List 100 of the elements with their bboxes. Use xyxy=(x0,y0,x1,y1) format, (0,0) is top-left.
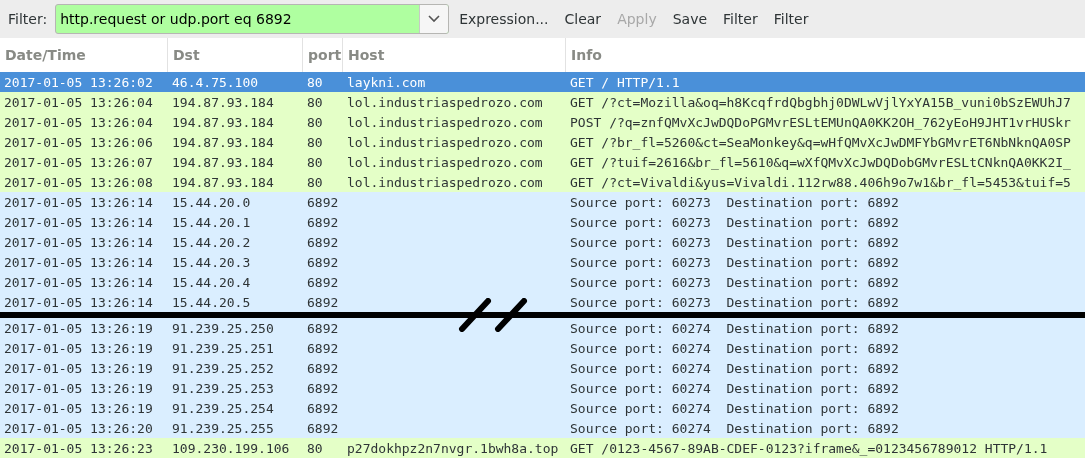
packet-row[interactable]: 2017-01-05 13:26:19 91.239.25.250 6892 Source port: 60274 Destination port: 6892 xyxy=(0,318,1085,338)
destination-cell-text: 15.44.20.0 xyxy=(171,194,252,210)
packet-row[interactable]: 2017-01-05 13:26:23 109.230.199.106 80 p27dokhpz2n7nvgr.1bwh8a.top GET /0123-4567-89AB-CDEF-0123?iframe&_=0123456789012 HTTP/1.1 xyxy=(0,438,1085,458)
filter-combobox[interactable]: http.request or udp.port eq 6892 xyxy=(55,4,450,34)
date-cell-text: 2017-01-05 13:26:19 xyxy=(3,360,154,376)
destination-cell-text: 194.87.93.184 xyxy=(171,174,275,190)
port-cell-text: 6892 xyxy=(306,360,340,376)
port-cell-text: 6892 xyxy=(306,400,340,416)
destination-cell-text: 91.239.25.254 xyxy=(171,400,275,416)
port-cell-text: 80 xyxy=(306,440,324,456)
port-cell-text: 6892 xyxy=(306,234,340,250)
destination-cell-text: 109.230.199.106 xyxy=(171,440,291,456)
packet-row[interactable]: 2017-01-05 13:26:19 91.239.25.254 6892 Source port: 60274 Destination port: 6892 xyxy=(0,398,1085,418)
date-cell-text: 2017-01-05 13:26:07 xyxy=(3,154,154,170)
info-cell-text: Source port: 60274 Destination port: 6892 xyxy=(569,420,900,436)
packet-row[interactable]: 2017-01-05 13:26:08 194.87.93.184 80 lol.industriaspedrozo.com GET /?ct=Vivaldi&yus=Vivaldi.112rw88.406h9o7w1&br_fl=5453&tuif=5 xyxy=(0,172,1085,192)
info-cell-text: GET / HTTP/1.1 xyxy=(569,74,681,90)
info-cell-text: POST /?q=znfQMvXcJwDQDoPGMvrESLtEMUnQA0KK2OH_762yEoH9JHT1vrHUSkr xyxy=(569,114,1072,130)
packet-row[interactable]: 2017-01-05 13:26:14 15.44.20.4 6892 Source port: 60273 Destination port: 6892 xyxy=(0,272,1085,292)
host-cell-text: lol.industriaspedrozo.com xyxy=(346,114,544,130)
info-cell-text: Source port: 60273 Destination port: 6892 xyxy=(569,194,900,210)
destination-cell-text: 46.4.75.100 xyxy=(171,74,260,90)
packet-row[interactable]: 2017-01-05 13:26:14 15.44.20.0 6892 Source port: 60273 Destination port: 6892 xyxy=(0,192,1085,212)
toolbar-button[interactable]: Expression... xyxy=(453,7,555,31)
date-cell-text: 2017-01-05 13:26:20 xyxy=(3,420,154,436)
destination-cell-text: 91.239.25.255 xyxy=(171,420,275,436)
date-cell-text: 2017-01-05 13:26:14 xyxy=(3,294,154,310)
packet-row[interactable]: 2017-01-05 13:26:04 194.87.93.184 80 lol.industriaspedrozo.com POST /?q=znfQMvXcJwDQDoPGMvrESLtEMUnQA0KK2OH_762yEoH9JHT1vrHUSkr xyxy=(0,112,1085,132)
date-cell-text: 2017-01-05 13:26:02 xyxy=(3,74,154,90)
date-cell-text: 2017-01-05 13:26:14 xyxy=(3,214,154,230)
info-cell-text: Source port: 60273 Destination port: 6892 xyxy=(569,234,900,250)
destination-cell-text: 194.87.93.184 xyxy=(171,154,275,170)
packet-row[interactable]: 2017-01-05 13:26:14 15.44.20.2 6892 Source port: 60273 Destination port: 6892 xyxy=(0,232,1085,252)
date-cell-text: 2017-01-05 13:26:14 xyxy=(3,254,154,270)
port-cell-text: 80 xyxy=(306,174,324,190)
date-cell-text: 2017-01-05 13:26:19 xyxy=(3,380,154,396)
info-cell-text: Source port: 60274 Destination port: 6892 xyxy=(569,400,900,416)
destination-cell-text: 91.239.25.251 xyxy=(171,340,275,356)
destination-cell-text: 91.239.25.252 xyxy=(171,360,275,376)
packet-row[interactable]: 2017-01-05 13:26:14 15.44.20.5 6892 Source port: 60273 Destination port: 6892 xyxy=(0,292,1085,312)
port-cell-text: 6892 xyxy=(306,214,340,230)
port-cell-text: 6892 xyxy=(306,274,340,290)
info-cell-text: GET /?br_fl=5260&ct=SeaMonkey&q=wHfQMvXcJwDMFYbGMvrET6NbNknQA0SP xyxy=(569,134,1072,150)
info-cell-text: GET /0123-4567-89AB-CDEF-0123?iframe&_=0123456789012 HTTP/1.1 xyxy=(569,440,1049,456)
port-cell-text: 6892 xyxy=(306,380,340,396)
destination-cell-text: 194.87.93.184 xyxy=(171,114,275,130)
host-cell-text: lol.industriaspedrozo.com xyxy=(346,174,544,190)
port-cell-text: 80 xyxy=(306,74,324,90)
date-cell-text: 2017-01-05 13:26:04 xyxy=(3,94,154,110)
packet-row[interactable]: 2017-01-05 13:26:19 91.239.25.251 6892 Source port: 60274 Destination port: 6892 xyxy=(0,338,1085,358)
info-cell-text: GET /?tuif=2616&br_fl=5610&q=wXfQMvXcJwDQDobGMvrESLtCNknQA0KK2I_ xyxy=(569,154,1072,170)
host-cell-text: lol.industriaspedrozo.com xyxy=(346,134,544,150)
toolbar-button[interactable]: Clear xyxy=(558,7,608,31)
host-cell-text: p27dokhpz2n7nvgr.1bwh8a.top xyxy=(346,440,560,456)
packet-row[interactable]: 2017-01-05 13:26:19 91.239.25.253 6892 Source port: 60274 Destination port: 6892 xyxy=(0,378,1085,398)
port-cell-text: 6892 xyxy=(306,194,340,210)
info-cell-text: GET /?ct=Mozilla&oq=h8KcqfrdQbgbhj0DWLwVjlYxYA15B_vuni0bSzEWUhJ7 xyxy=(569,94,1072,110)
date-cell-text: 2017-01-05 13:26:19 xyxy=(3,340,154,356)
toolbar-button[interactable]: Save xyxy=(666,7,714,31)
toolbar-button[interactable]: Filter xyxy=(717,7,764,31)
host-cell-text: lol.industriaspedrozo.com xyxy=(346,154,544,170)
destination-cell-text: 91.239.25.253 xyxy=(171,380,275,396)
info-cell-text: Source port: 60274 Destination port: 6892 xyxy=(569,340,900,356)
port-cell-text: 6892 xyxy=(306,294,340,310)
packet-row[interactable]: 2017-01-05 13:26:20 91.239.25.255 6892 Source port: 60274 Destination port: 6892 xyxy=(0,418,1085,438)
date-cell-text: 2017-01-05 13:26:14 xyxy=(3,274,154,290)
port-cell-text: 6892 xyxy=(306,254,340,270)
port-cell-text: 6892 xyxy=(306,320,340,336)
info-cell-text: Source port: 60274 Destination port: 6892 xyxy=(569,360,900,376)
host-cell-text: lol.industriaspedrozo.com xyxy=(346,94,544,110)
packet-row[interactable]: 2017-01-05 13:26:14 15.44.20.3 6892 Source port: 60273 Destination port: 6892 xyxy=(0,252,1085,272)
toolbar-button[interactable]: Filter xyxy=(767,7,815,31)
destination-cell-text: 15.44.20.1 xyxy=(171,214,252,230)
port-cell-text: 6892 xyxy=(306,420,340,436)
host-cell-text: laykni.com xyxy=(346,74,427,90)
date-cell-text: 2017-01-05 13:26:14 xyxy=(3,194,154,210)
packet-row[interactable]: 2017-01-05 13:26:07 194.87.93.184 80 lol.industriaspedrozo.com GET /?tuif=2616&br_fl=5610&q=wXfQMvXcJwDQDobGMvrESLtCNknQA0KK2I_ xyxy=(0,152,1085,172)
date-cell-text: 2017-01-05 13:26:14 xyxy=(3,234,154,250)
packet-row[interactable]: 2017-01-05 13:26:19 91.239.25.252 6892 Source port: 60274 Destination port: 6892 xyxy=(0,358,1085,378)
destination-cell-text: 15.44.20.4 xyxy=(171,274,252,290)
port-cell-text: 80 xyxy=(306,114,324,130)
destination-cell-text: 194.87.93.184 xyxy=(171,134,275,150)
packet-row[interactable]: 2017-01-05 13:26:14 15.44.20.1 6892 Source port: 60273 Destination port: 6892 xyxy=(0,212,1085,232)
destination-cell-text: 15.44.20.3 xyxy=(171,254,252,270)
port-cell-text: 6892 xyxy=(306,340,340,356)
destination-cell-text: 15.44.20.5 xyxy=(171,294,252,310)
packet-row[interactable]: 2017-01-05 13:26:04 194.87.93.184 80 lol.industriaspedrozo.com GET /?ct=Mozilla&oq=h8KcqfrdQbgbhj0DWLwVjlYxYA15B_vuni0bSzEWUhJ7 xyxy=(0,92,1085,112)
port-cell-text: 80 xyxy=(306,154,324,170)
filter-label: Filter: xyxy=(8,11,48,27)
port-cell-text: 80 xyxy=(306,94,324,110)
destination-cell-text: 91.239.25.250 xyxy=(171,320,275,336)
date-cell-text: 2017-01-05 13:26:04 xyxy=(3,114,154,130)
date-cell-text: 2017-01-05 13:26:08 xyxy=(3,174,154,190)
date-cell-text: 2017-01-05 13:26:19 xyxy=(3,320,154,336)
packet-row[interactable]: 2017-01-05 13:26:06 194.87.93.184 80 lol.industriaspedrozo.com GET /?br_fl=5260&ct=SeaMonkey&q=wHfQMvXcJwDMFYbGMvrET6NbNknQA0SP xyxy=(0,132,1085,152)
port-cell-text: 80 xyxy=(306,134,324,150)
chevron-down-icon xyxy=(428,15,441,23)
date-cell-text: 2017-01-05 13:26:23 xyxy=(3,440,154,456)
info-cell-text: Source port: 60274 Destination port: 6892 xyxy=(569,320,900,336)
info-cell-text: Source port: 60273 Destination port: 6892 xyxy=(569,214,900,230)
